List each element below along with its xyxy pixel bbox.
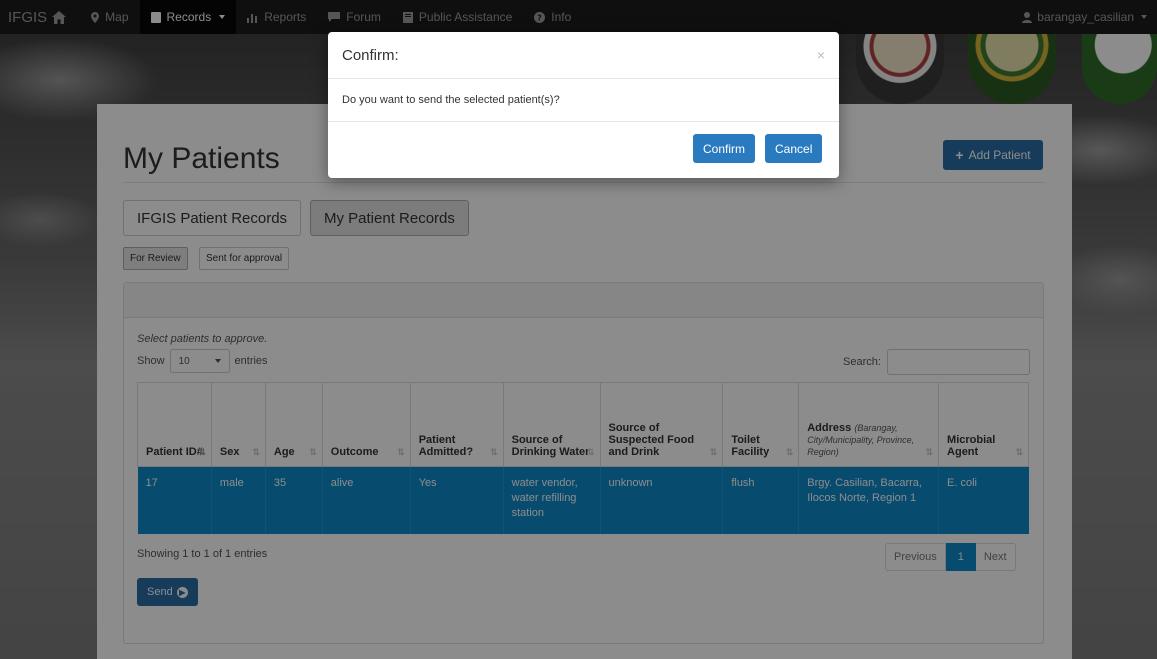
close-icon[interactable]: × (817, 47, 825, 63)
confirm-dialog: Confirm: × Do you want to send the selec… (328, 32, 839, 178)
dialog-message: Do you want to send the selected patient… (328, 79, 839, 122)
confirm-button[interactable]: Confirm (693, 134, 756, 163)
cancel-button[interactable]: Cancel (765, 134, 823, 163)
dialog-title: Confirm: (342, 46, 399, 64)
dialog-footer: Confirm Cancel (328, 122, 839, 176)
dialog-header: Confirm: × (328, 32, 839, 79)
